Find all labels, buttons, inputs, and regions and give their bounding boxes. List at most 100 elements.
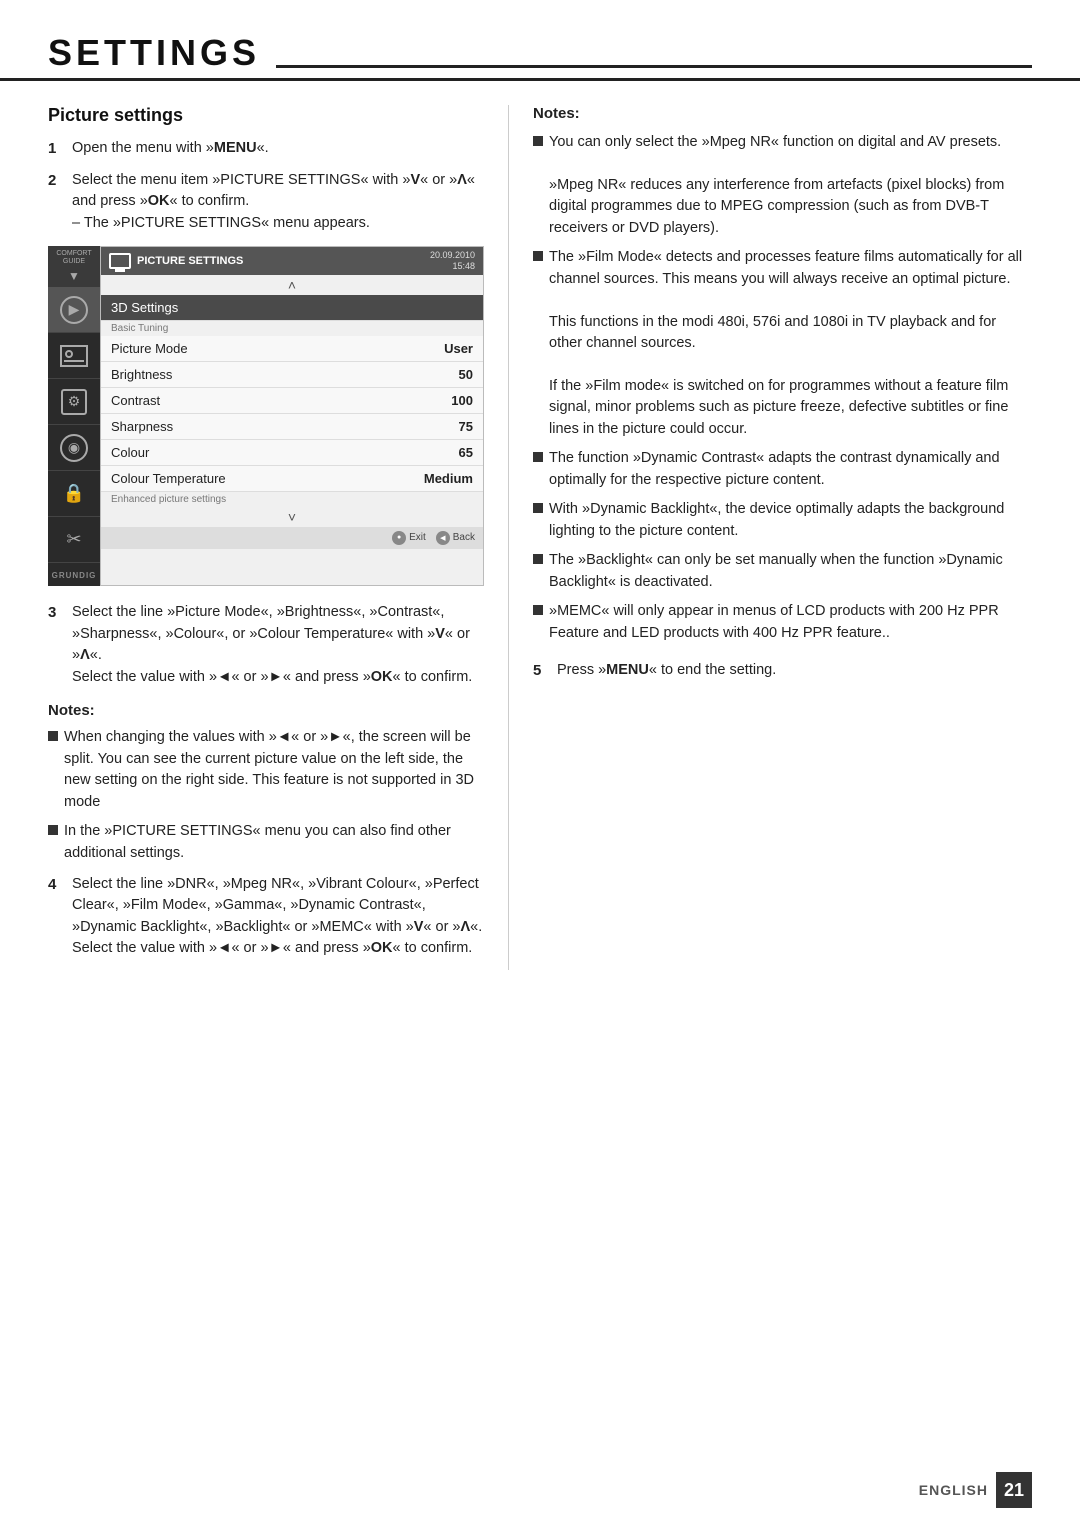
menu-date: 20.09.2010 xyxy=(430,250,475,260)
menu-time: 15:48 xyxy=(452,261,475,271)
grundig-logo: GRUNDIG xyxy=(52,563,97,586)
step-1-num: 1 xyxy=(48,138,64,160)
right-note-3: The function »Dynamic Contrast« adapts t… xyxy=(533,448,1032,491)
step-2-ok: OK xyxy=(148,193,170,209)
page-title: SETTINGS xyxy=(48,32,260,74)
exit-icon: ● xyxy=(392,531,406,545)
sidebar-icon-1: ▶ xyxy=(48,287,100,333)
s4-ok: OK xyxy=(371,940,393,956)
note-2-text: In the »PICTURE SETTINGS« menu you can a… xyxy=(64,821,484,864)
right-note-1: You can only select the »Mpeg NR« functi… xyxy=(533,132,1032,239)
s4-v: V xyxy=(414,919,424,935)
exit-btn: ● Exit xyxy=(392,531,426,545)
menu-row-picture-mode: Picture Mode User xyxy=(101,336,483,362)
sidebar-icon-4: ◉ xyxy=(48,425,100,471)
menu-row-sharpness: Sharpness 75 xyxy=(101,414,483,440)
step-3: 3 Select the line »Picture Mode«, »Brigh… xyxy=(48,602,484,688)
picture-mode-label: Picture Mode xyxy=(111,341,188,356)
step-4: 4 Select the line »DNR«, »Mpeg NR«, »Vib… xyxy=(48,874,484,960)
left-column: Picture settings 1 Open the menu with »M… xyxy=(48,105,508,970)
step-4-num: 4 xyxy=(48,874,64,960)
sidebar-icon-6: ✂ xyxy=(48,517,100,563)
menu-topbar-time: 20.09.2010 15:48 xyxy=(430,250,475,272)
title-line xyxy=(276,65,1032,68)
menu-row-3d-label: 3D Settings xyxy=(111,300,178,315)
n1-lt: ◄ xyxy=(277,729,291,745)
picture-icon xyxy=(60,345,88,367)
rn1-text: You can only select the »Mpeg NR« functi… xyxy=(549,132,1032,239)
step-3-content: Select the line »Picture Mode«, »Brightn… xyxy=(72,602,484,688)
menu-sidebar-top: COMFORTGUIDE ▼ xyxy=(48,246,100,287)
menu-body: ˄ 3D Settings Basic Tuning Picture Mode … xyxy=(101,275,483,549)
rn3-text: The function »Dynamic Contrast« adapts t… xyxy=(549,448,1032,491)
colour-temp-label: Colour Temperature xyxy=(111,471,226,486)
s3-v: V xyxy=(435,626,445,642)
menu-row-colour: Colour 65 xyxy=(101,440,483,466)
s3-lt: ◄ xyxy=(217,669,231,685)
rn5-text: The »Backlight« can only be set manually… xyxy=(549,550,1032,593)
step-4-content: Select the line »DNR«, »Mpeg NR«, »Vibra… xyxy=(72,874,484,960)
notes-list: When changing the values with »◄« or »►«… xyxy=(48,727,484,864)
step-1-menu-bold: MENU xyxy=(214,140,257,156)
s4-lam: Λ xyxy=(461,919,471,935)
exit-label: Exit xyxy=(409,532,426,543)
picture-settings-menu: COMFORTGUIDE ▼ ▶ xyxy=(48,246,484,586)
sidebar-icon-5: 🔒 xyxy=(48,471,100,517)
s4-lt: ◄ xyxy=(217,940,231,956)
rn1-bullet xyxy=(533,136,543,146)
sidebar-icon-2 xyxy=(48,333,100,379)
step-2-content: Select the menu item »PICTURE SETTINGS« … xyxy=(72,170,484,234)
right-note-2: The »Film Mode« detects and processes fe… xyxy=(533,247,1032,440)
note-2: In the »PICTURE SETTINGS« menu you can a… xyxy=(48,821,484,864)
s5-menu-bold: MENU xyxy=(606,662,649,678)
sharpness-value: 75 xyxy=(459,419,473,434)
step-5-num: 5 xyxy=(533,660,549,682)
menu-row-contrast: Contrast 100 xyxy=(101,388,483,414)
steps-list-2: 3 Select the line »Picture Mode«, »Brigh… xyxy=(48,602,484,688)
rn6-text: »MEMC« will only appear in menus of LCD … xyxy=(549,601,1032,644)
colour-value: 65 xyxy=(459,445,473,460)
rn2-text: The »Film Mode« detects and processes fe… xyxy=(549,247,1032,440)
right-note-6: »MEMC« will only appear in menus of LCD … xyxy=(533,601,1032,644)
step-2-lam: Λ xyxy=(457,172,467,188)
step-1-content: Open the menu with »MENU«. xyxy=(72,138,484,160)
colour-temp-value: Medium xyxy=(424,471,473,486)
back-btn: ◀ Back xyxy=(436,531,475,545)
settings-icon: ⚙ xyxy=(61,389,87,415)
contrast-value: 100 xyxy=(451,393,473,408)
rn2-bullet xyxy=(533,251,543,261)
sound-icon: ◉ xyxy=(60,434,88,462)
note-2-bullet xyxy=(48,825,58,835)
sidebar-icons: ▶ ⚙ ◉ xyxy=(48,287,100,563)
steps-list: 1 Open the menu with »MENU«. 2 Select th… xyxy=(48,138,484,234)
play-icon: ▶ xyxy=(60,296,88,324)
step-3-num: 3 xyxy=(48,602,64,688)
rn6-bullet xyxy=(533,605,543,615)
enhanced-label: Enhanced picture settings xyxy=(101,492,483,507)
tools-icon: ✂ xyxy=(66,529,81,550)
step-2: 2 Select the menu item »PICTURE SETTINGS… xyxy=(48,170,484,234)
contrast-label: Contrast xyxy=(111,393,160,408)
menu-bottom-bar: ● Exit ◀ Back xyxy=(101,527,483,549)
note-1-bullet xyxy=(48,731,58,741)
right-note-4: With »Dynamic Backlight«, the device opt… xyxy=(533,499,1032,542)
page-footer: ENGLISH 21 xyxy=(919,1472,1032,1508)
step-2-v: V xyxy=(410,172,420,188)
s4-gt: ► xyxy=(269,940,283,956)
n1-gt: ► xyxy=(328,729,342,745)
footer-lang: ENGLISH xyxy=(919,1482,988,1498)
rn5-bullet xyxy=(533,554,543,564)
step-1: 1 Open the menu with »MENU«. xyxy=(48,138,484,160)
note-1: When changing the values with »◄« or »►«… xyxy=(48,727,484,813)
s3-lam: Λ xyxy=(80,647,90,663)
tv-icon xyxy=(109,253,131,269)
picture-icon-circle xyxy=(65,350,73,358)
right-notes-list: You can only select the »Mpeg NR« functi… xyxy=(533,132,1032,644)
menu-main: PICTURE SETTINGS 20.09.2010 15:48 ˄ 3D S… xyxy=(100,246,484,586)
brightness-value: 50 xyxy=(459,367,473,382)
back-icon: ◀ xyxy=(436,531,450,545)
menu-row-brightness: Brightness 50 xyxy=(101,362,483,388)
menu-group-label: Basic Tuning xyxy=(101,321,483,336)
s3-ok: OK xyxy=(371,669,393,685)
rn4-bullet xyxy=(533,503,543,513)
